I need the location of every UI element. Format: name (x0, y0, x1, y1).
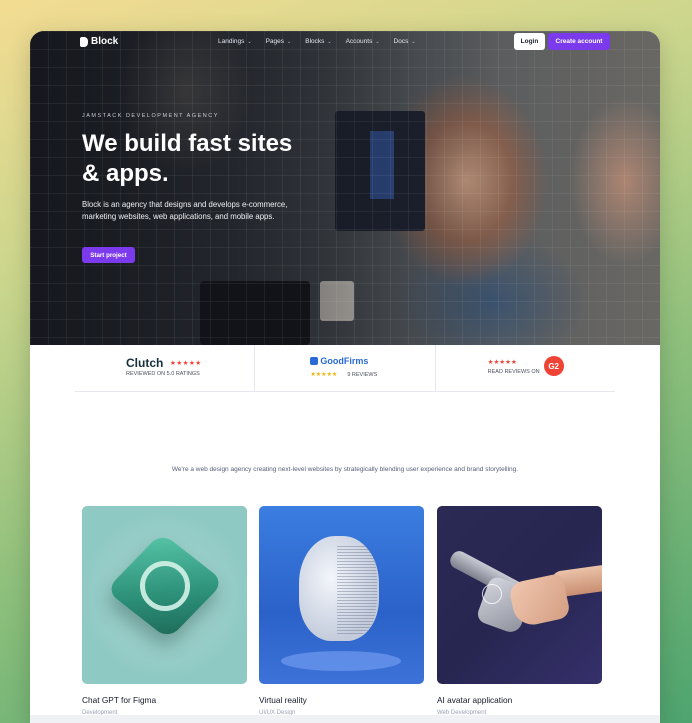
project-title: Chat GPT for Figma (82, 695, 157, 705)
review-goodfirms[interactable]: GoodFirms ★★★★★ 9 REVIEWS (255, 345, 436, 391)
menu-item-landings[interactable]: Landings ⌄ (218, 38, 252, 45)
project-card[interactable]: Chat GPT for Figma Development (82, 506, 247, 716)
clutch-logo: Clutch (126, 356, 164, 370)
g2-caption: READ REVIEWS ON (487, 369, 540, 375)
browser-frame: Block Landings ⌄ Pages ⌄ Blocks ⌄ Accounts ⌄… (30, 31, 660, 723)
project-card[interactable]: AI avatar application Web Development (437, 506, 602, 716)
project-title: AI avatar application (437, 695, 513, 705)
hero-section: Block Landings ⌄ Pages ⌄ Blocks ⌄ Accounts ⌄… (30, 31, 660, 345)
rating-stars: ★★★★★ (487, 359, 517, 366)
create-account-button[interactable]: Create account (548, 33, 610, 50)
chevron-down-icon: ⌄ (327, 38, 332, 45)
intro-text: We're a web design agency creating next-… (171, 466, 519, 473)
project-image (259, 506, 424, 684)
top-nav: Block Landings ⌄ Pages ⌄ Blocks ⌄ Accounts ⌄… (30, 31, 660, 53)
reviews-bar: Clutch ★★★★★ REVIEWED ON 5.0 RATINGS Goo… (75, 345, 615, 392)
menu-item-docs[interactable]: Docs ⌄ (394, 38, 416, 45)
main-menu: Landings ⌄ Pages ⌄ Blocks ⌄ Accounts ⌄ Docs ⌄ (218, 38, 416, 45)
logo-text: Block (91, 36, 119, 47)
hero-eyebrow: JAMSTACK DEVELOPMENT AGENCY (82, 113, 219, 119)
goodfirms-logo: GoodFirms (310, 356, 368, 366)
chevron-down-icon: ⌄ (247, 38, 252, 45)
hero-subtitle: Block is an agency that designs and deve… (82, 200, 288, 221)
hero-headline: We build fast sites & apps. (82, 130, 293, 187)
review-clutch[interactable]: Clutch ★★★★★ REVIEWED ON 5.0 RATINGS (75, 345, 256, 391)
login-button[interactable]: Login (514, 33, 545, 50)
project-image (82, 506, 247, 684)
rating-stars: ★★★★★ (310, 372, 338, 378)
rating-stars: ★★★★★ (170, 360, 202, 367)
menu-item-accounts[interactable]: Accounts ⌄ (346, 38, 380, 45)
chevron-down-icon: ⌄ (411, 38, 416, 45)
logo[interactable]: Block (80, 36, 118, 47)
goodfirms-icon (310, 357, 319, 365)
goodfirms-caption: 9 REVIEWS (347, 372, 378, 378)
logo-icon (80, 36, 88, 47)
g2-logo-icon: G2 (543, 356, 564, 376)
project-image (437, 506, 602, 684)
page-footer-strip (30, 715, 660, 723)
start-project-button[interactable]: Start project (82, 247, 135, 263)
project-card[interactable]: Virtual reality UI/UX Design (259, 506, 424, 716)
project-title: Virtual reality (259, 695, 307, 705)
menu-item-pages[interactable]: Pages ⌄ (266, 38, 292, 45)
review-g2[interactable]: ★★★★★ READ REVIEWS ON G2 (436, 345, 615, 391)
chevron-down-icon: ⌄ (375, 38, 380, 45)
chevron-down-icon: ⌄ (287, 38, 292, 45)
menu-item-blocks[interactable]: Blocks ⌄ (305, 38, 331, 45)
clutch-caption: REVIEWED ON 5.0 RATINGS (126, 371, 200, 377)
